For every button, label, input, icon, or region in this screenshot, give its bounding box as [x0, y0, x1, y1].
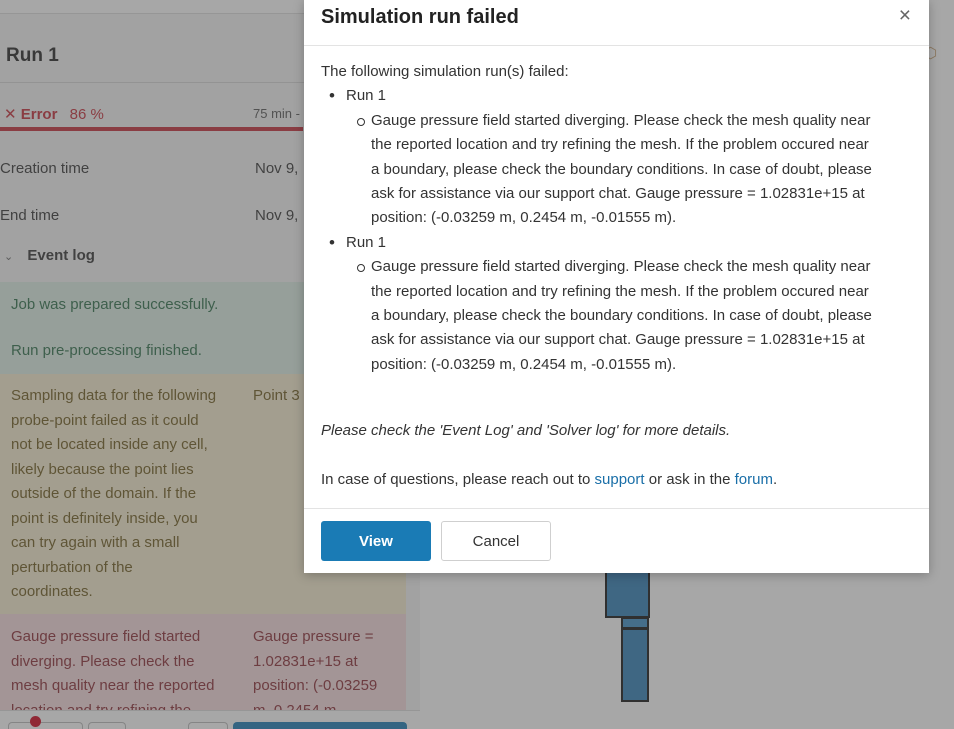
dialog-body: The following simulation run(s) failed: … — [321, 60, 916, 377]
failure-message: Gauge pressure field started diverging. … — [346, 109, 916, 231]
failed-run-item: Run 1 Gauge pressure field started diver… — [321, 84, 916, 230]
forum-link[interactable]: forum — [735, 471, 773, 488]
view-button[interactable]: View — [321, 521, 431, 561]
failed-run-item: Run 1 Gauge pressure field started diver… — [321, 231, 916, 377]
cancel-button[interactable]: Cancel — [441, 521, 551, 561]
details-note: Please check the 'Event Log' and 'Solver… — [321, 422, 731, 439]
support-link[interactable]: support — [595, 471, 645, 488]
dialog-title: Simulation run failed — [321, 6, 519, 28]
close-icon[interactable]: × — [899, 4, 911, 28]
failure-message: Gauge pressure field started diverging. … — [346, 255, 916, 377]
dialog-header: Simulation run failed × — [304, 0, 929, 46]
dialog-footer-divider — [304, 508, 929, 509]
failed-runs-list: Run 1 Gauge pressure field started diver… — [321, 84, 916, 377]
contact-text: In case of questions, please reach out t… — [321, 471, 778, 488]
failed-run-name: Run 1 — [346, 233, 387, 251]
dialog-intro: The following simulation run(s) failed: — [321, 63, 569, 80]
failed-run-name: Run 1 — [346, 87, 387, 105]
simulation-failed-dialog: Simulation run failed × The following si… — [304, 0, 929, 573]
